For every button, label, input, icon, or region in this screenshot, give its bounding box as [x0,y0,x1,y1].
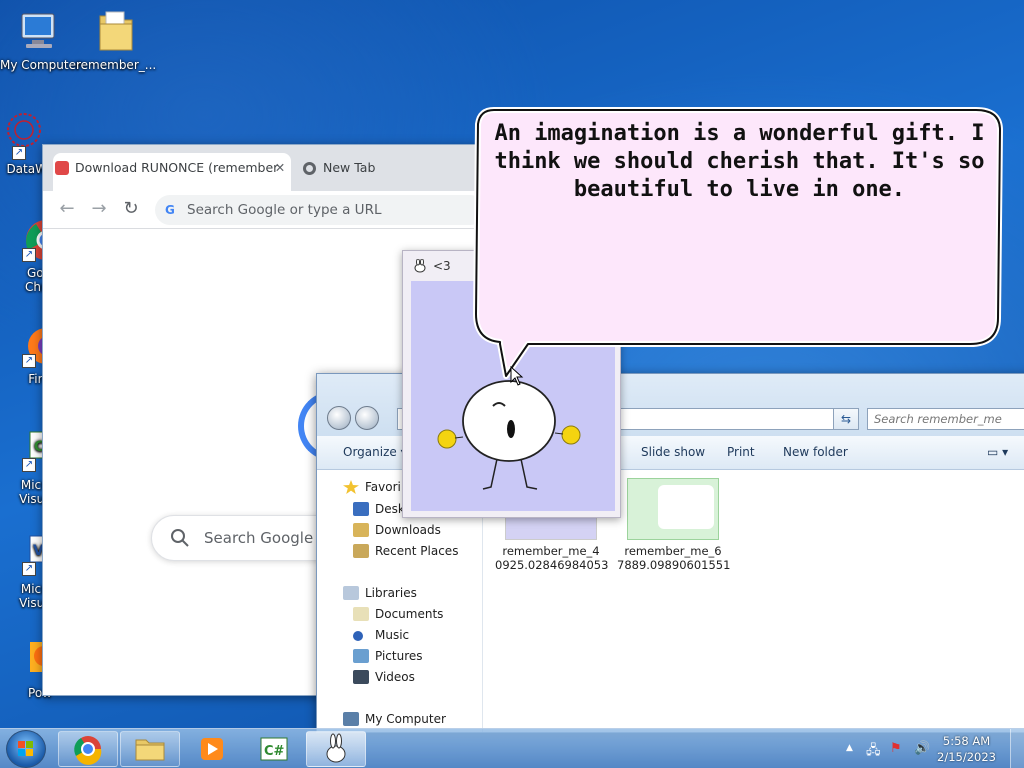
thumbnail-bubble [658,485,714,529]
tab-label: New Tab [323,160,376,175]
recent-places-icon [353,544,369,558]
taskbar-visual-csharp-button[interactable]: C# [244,731,304,767]
nav-label: Libraries [365,586,417,600]
image-thumbnail [627,478,719,540]
media-player-icon [201,738,223,760]
nav-recent-places[interactable]: Recent Places [353,544,459,558]
tab-new-tab[interactable]: New Tab [301,153,481,191]
omnibox-placeholder: Search Google or type a URL [187,202,382,218]
desktop-icon [353,502,369,516]
nav-label: Downloads [375,523,441,537]
shortcut-arrow-icon: ↗ [22,248,36,262]
chrome-favicon-icon [303,162,316,175]
chrome-tab-strip: Download RUNONCE (remember ✕ New Tab [43,145,501,191]
back-button[interactable] [327,406,351,430]
search-icon [171,529,189,547]
pet-window-title: <3 [433,259,451,273]
organize-label: Organize [343,445,397,459]
windows-logo-icon [18,741,33,756]
file-thumbnail[interactable]: remember_me_6 7889.09890601551 [617,478,731,572]
forward-button[interactable] [355,406,379,430]
speech-bubble: An imagination is a wonderful gift. I th… [470,104,1005,394]
show-desktop-button[interactable] [1010,729,1024,768]
shortcut-arrow-icon: ↗ [22,562,36,576]
nav-label: Favori [365,480,401,494]
computer-icon [343,712,359,726]
organize-button[interactable]: Organize ▾ [343,445,407,459]
show-hidden-icons-icon[interactable]: ▲ [846,743,853,753]
print-button[interactable]: Print [727,445,755,459]
taskbar-pet-button[interactable] [306,731,366,767]
folder-icon [92,8,140,56]
nav-favorites[interactable]: Favori [343,480,401,494]
taskbar-chrome-button[interactable] [58,731,118,767]
svg-text:C#: C# [264,744,285,759]
view-options-icon[interactable]: ▭ ▾ [987,445,1008,459]
close-icon[interactable]: ✕ [273,153,287,183]
documents-icon [353,607,369,621]
visual-csharp-icon: C# [260,737,288,761]
start-button[interactable] [6,730,46,768]
nav-label: Music [375,628,410,642]
mouse-cursor-icon [510,366,524,386]
chrome-toolbar: ← → ↻ G Search Google or type a URL [43,191,501,229]
taskbar-media-player-button[interactable] [182,731,242,767]
explorer-search-input[interactable]: Search remember_me [867,408,1024,430]
file-name: remember_me_6 7889.09890601551 [617,544,731,572]
desktop-icon-my-computer[interactable]: My Computer [0,8,81,72]
omnibox-input[interactable]: G Search Google or type a URL [155,195,485,225]
shortcut-arrow-icon: ↗ [22,354,36,368]
volume-icon[interactable]: 🔊 [914,741,930,756]
tab-label: Download RUNONCE (remember [75,160,279,175]
forward-arrow-icon[interactable]: → [87,197,111,221]
nav-libraries[interactable]: Libraries [343,586,417,600]
refresh-button[interactable]: ⇆ [833,408,859,430]
nav-documents[interactable]: Documents [353,607,444,621]
chrome-icon [74,736,102,765]
tab-download-runonce[interactable]: Download RUNONCE (remember ✕ [53,153,291,191]
music-note-icon [353,631,363,641]
reload-icon[interactable]: ↻ [119,197,143,221]
nav-music[interactable]: Music [353,628,410,642]
nav-label: My Computer [365,712,446,726]
clock-time: 5:58 AM [942,734,991,748]
folder-icon [135,739,165,761]
file-name: remember_me_4 0925.02846984053 [495,544,609,572]
desktop-icon-label: My Computer [0,58,81,72]
taskbar: C# ▲ 🖧 ⚑ 🔊 5:58 AM 2/15/2023 [0,728,1024,768]
nav-label: Pictures [375,649,423,663]
computer-icon [16,8,64,56]
nav-downloads[interactable]: Downloads [353,523,441,537]
nav-label: Recent Places [375,544,459,558]
network-icon[interactable]: 🖧 [866,741,881,763]
shortcut-arrow-icon: ↗ [12,146,26,160]
network-graph-icon: ↗ [0,112,42,160]
tab-favicon-icon [55,161,69,175]
speech-bubble-text: An imagination is a wonderful gift. I th… [494,121,985,202]
videos-film-icon [353,670,369,684]
desktop-icon-remember-folder[interactable]: remember_... [76,8,156,72]
taskbar-explorer-button[interactable] [120,731,180,767]
nav-my-computer[interactable]: My Computer [343,712,446,726]
libraries-icon [343,586,359,600]
nav-videos[interactable]: Videos [353,670,415,684]
new-folder-button[interactable]: New folder [783,445,848,459]
pictures-icon [353,649,369,663]
nav-label: Videos [375,670,415,684]
taskbar-clock[interactable]: 5:58 AM 2/15/2023 [937,733,996,765]
nav-pictures[interactable]: Pictures [353,649,423,663]
bunny-icon [414,259,426,273]
action-center-flag-icon[interactable]: ⚑ [890,741,902,756]
star-icon [343,480,359,494]
slideshow-button[interactable]: Slide show [641,445,705,459]
shortcut-arrow-icon: ↗ [22,458,36,472]
search-placeholder: Search Google o [204,529,328,547]
desktop-icon-label: remember_... [76,58,157,72]
clock-date: 2/15/2023 [937,750,996,764]
google-g-icon: G [165,203,175,217]
back-arrow-icon[interactable]: ← [55,197,79,221]
bunny-icon [326,733,346,763]
nav-label: Documents [375,607,444,621]
downloads-folder-icon [353,523,369,537]
